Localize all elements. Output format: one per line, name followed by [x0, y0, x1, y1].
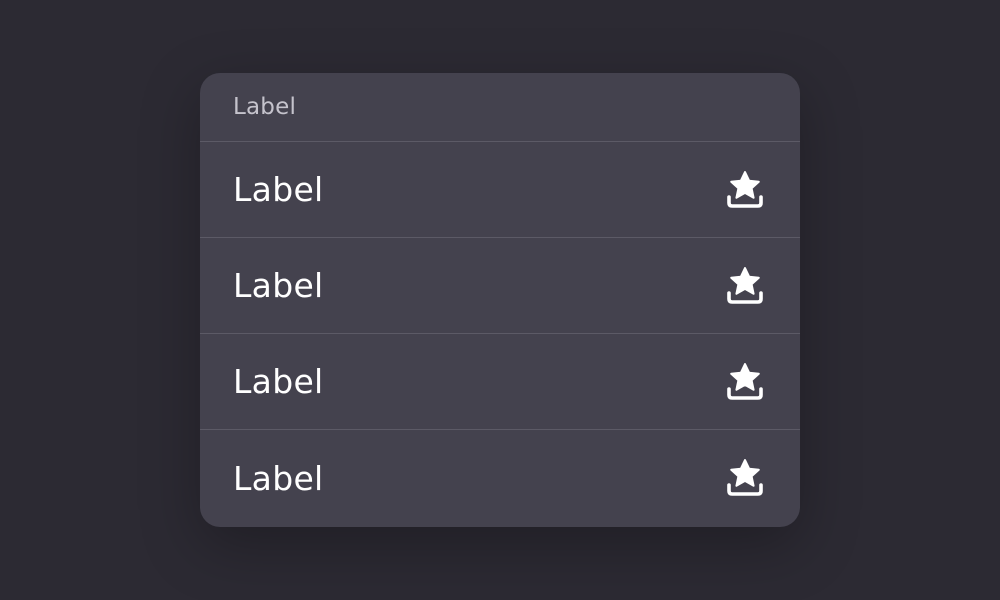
star-tray-icon: [727, 266, 763, 304]
context-menu: Label Label Label Label Label: [200, 73, 800, 527]
menu-item[interactable]: Label: [200, 334, 800, 430]
star-tray-icon: [727, 362, 763, 400]
menu-item[interactable]: Label: [200, 430, 800, 526]
menu-item-label: Label: [233, 362, 324, 401]
star-tray-icon: [727, 170, 763, 208]
star-tray-icon: [727, 459, 763, 496]
menu-item-label: Label: [233, 266, 324, 305]
menu-header: Label: [200, 73, 800, 142]
menu-item-label: Label: [233, 170, 324, 209]
menu-header-label: Label: [233, 94, 297, 120]
menu-item[interactable]: Label: [200, 142, 800, 238]
menu-item-label: Label: [233, 458, 324, 498]
menu-item[interactable]: Label: [200, 238, 800, 334]
